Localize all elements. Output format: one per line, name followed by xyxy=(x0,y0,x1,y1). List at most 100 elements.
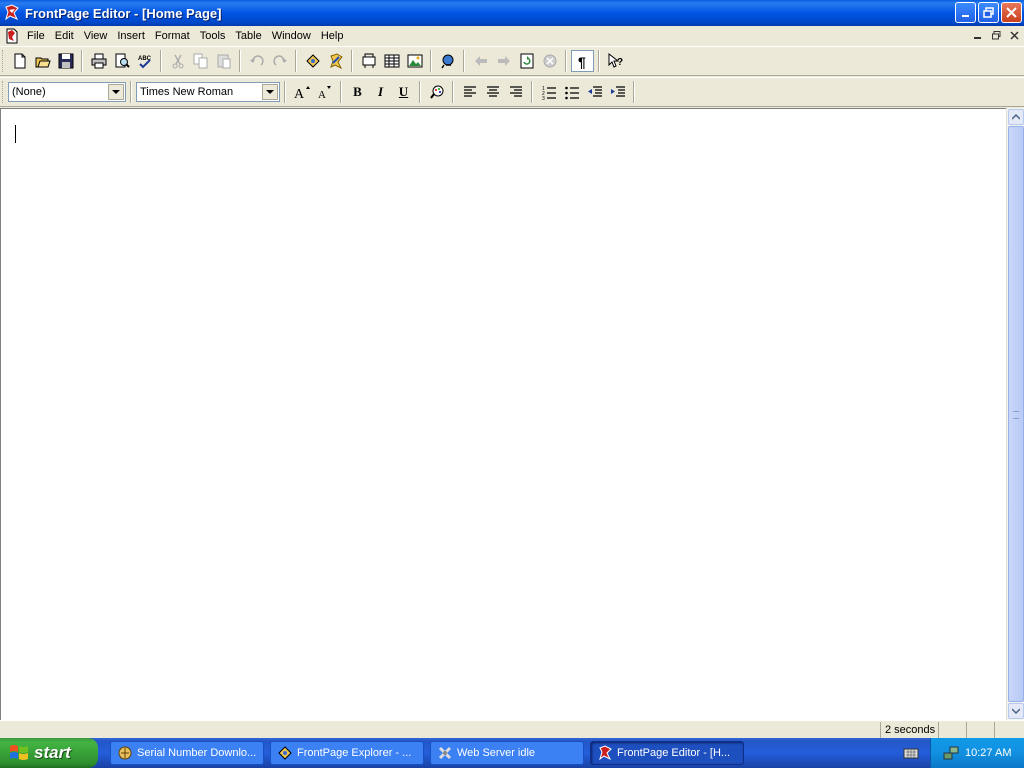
scroll-up-button[interactable] xyxy=(1008,109,1024,125)
webbot-button[interactable] xyxy=(301,50,324,72)
document-icon[interactable] xyxy=(4,28,20,44)
frontpage-app-icon xyxy=(5,4,19,21)
image-button[interactable] xyxy=(403,50,426,72)
numbered-list-button[interactable]: 123 xyxy=(537,81,560,103)
menu-view[interactable]: View xyxy=(79,27,113,45)
menu-edit[interactable]: Edit xyxy=(50,27,79,45)
scroll-down-button[interactable] xyxy=(1008,703,1024,719)
paste-icon xyxy=(217,54,230,69)
paste-button[interactable] xyxy=(212,50,235,72)
svg-text:3: 3 xyxy=(542,96,545,100)
align-right-icon xyxy=(509,86,522,97)
minimize-icon xyxy=(961,14,969,17)
svg-text:?: ? xyxy=(617,57,623,68)
webbot-icon xyxy=(305,54,320,68)
taskbar-item-web-server[interactable]: Web Server idle xyxy=(430,741,584,765)
table-button[interactable] xyxy=(380,50,403,72)
underline-button[interactable]: U xyxy=(392,81,415,103)
explorer-button[interactable] xyxy=(324,50,347,72)
keyboard-icon[interactable] xyxy=(903,745,919,761)
menu-file[interactable]: File xyxy=(22,27,50,45)
align-left-icon xyxy=(463,86,476,97)
menu-help[interactable]: Help xyxy=(316,27,349,45)
increase-indent-button[interactable] xyxy=(606,81,629,103)
taskbar-item-label: Serial Number Downlo... xyxy=(137,747,257,759)
style-select[interactable]: (None) xyxy=(8,82,126,102)
frontpage-app-icon xyxy=(599,745,612,761)
show-paragraphs-button[interactable]: ¶ xyxy=(571,50,594,72)
start-button[interactable]: start xyxy=(0,738,98,768)
undo-button[interactable] xyxy=(245,50,268,72)
forward-icon xyxy=(497,56,510,66)
help-button[interactable]: ? xyxy=(604,50,627,72)
text-color-button[interactable] xyxy=(425,81,448,103)
menu-insert[interactable]: Insert xyxy=(112,27,150,45)
network-icon[interactable] xyxy=(943,745,959,761)
menu-table[interactable]: Table xyxy=(230,27,266,45)
forward-button[interactable] xyxy=(492,50,515,72)
taskbar-item-editor[interactable]: FrontPage Editor - [H... xyxy=(590,741,744,765)
cut-button[interactable] xyxy=(166,50,189,72)
copy-button[interactable] xyxy=(189,50,212,72)
restore-button[interactable] xyxy=(978,2,999,23)
windows-logo-icon xyxy=(10,745,28,760)
doc-close-button[interactable] xyxy=(1006,28,1022,42)
align-center-button[interactable] xyxy=(481,81,504,103)
help-icon: ? xyxy=(608,53,623,68)
increase-font-size-button[interactable]: A xyxy=(290,81,313,103)
clock[interactable]: 10:27 AM xyxy=(965,747,1011,759)
align-left-button[interactable] xyxy=(458,81,481,103)
close-button[interactable] xyxy=(1001,2,1022,23)
save-button[interactable] xyxy=(54,50,77,72)
print-icon xyxy=(91,53,106,69)
status-timing: 2 seconds xyxy=(880,722,938,738)
bulleted-list-button[interactable] xyxy=(560,81,583,103)
cut-icon xyxy=(172,54,183,69)
bulleted-list-icon xyxy=(564,86,579,100)
bold-button[interactable]: B xyxy=(346,81,369,103)
spelling-button[interactable]: ABC xyxy=(133,50,156,72)
hyperlink-button[interactable] xyxy=(436,50,459,72)
editor-canvas[interactable] xyxy=(0,108,1006,720)
status-panel-empty xyxy=(966,722,994,738)
taskbar: start Serial Number Downlo... FrontPage … xyxy=(0,738,1024,768)
format-toolbar: (None) Times New Roman A A B I U 123 xyxy=(0,77,1024,107)
style-select-value: (None) xyxy=(12,86,46,98)
menu-format[interactable]: Format xyxy=(150,27,195,45)
menu-window[interactable]: Window xyxy=(267,27,316,45)
print-preview-button[interactable] xyxy=(110,50,133,72)
chevron-down-icon[interactable] xyxy=(108,84,124,100)
new-button[interactable] xyxy=(8,50,31,72)
save-icon xyxy=(58,53,73,69)
taskbar-item-explorer[interactable]: FrontPage Explorer - ... xyxy=(270,741,424,765)
print-button[interactable] xyxy=(87,50,110,72)
decrease-font-size-button[interactable]: A xyxy=(313,81,336,103)
italic-button[interactable]: I xyxy=(369,81,392,103)
to-do-list-button[interactable] xyxy=(357,50,380,72)
doc-restore-button[interactable] xyxy=(988,28,1004,42)
font-select[interactable]: Times New Roman xyxy=(136,82,280,102)
toolbar-grip[interactable] xyxy=(2,50,5,72)
redo-button[interactable] xyxy=(268,50,291,72)
explorer-icon xyxy=(329,53,343,69)
back-button[interactable] xyxy=(469,50,492,72)
stop-button[interactable] xyxy=(538,50,561,72)
to-do-list-icon xyxy=(362,53,375,68)
vertical-scrollbar[interactable] xyxy=(1006,108,1024,720)
refresh-button[interactable] xyxy=(515,50,538,72)
title-bar[interactable]: FrontPage Editor - [Home Page] xyxy=(0,0,1024,26)
minimize-button[interactable] xyxy=(955,2,976,23)
doc-minimize-button[interactable] xyxy=(970,28,986,42)
chevron-down-icon[interactable] xyxy=(262,84,278,100)
restore-icon xyxy=(991,30,1000,39)
toolbar-grip[interactable] xyxy=(2,81,5,103)
menu-tools[interactable]: Tools xyxy=(195,27,231,45)
align-center-icon xyxy=(486,86,499,97)
align-right-button[interactable] xyxy=(504,81,527,103)
open-button[interactable] xyxy=(31,50,54,72)
scrollbar-thumb[interactable] xyxy=(1008,126,1024,702)
taskbar-item-serial[interactable]: Serial Number Downlo... xyxy=(110,741,264,765)
frontpage-explorer-icon xyxy=(278,746,292,760)
svg-text:A: A xyxy=(318,89,326,100)
decrease-indent-button[interactable] xyxy=(583,81,606,103)
